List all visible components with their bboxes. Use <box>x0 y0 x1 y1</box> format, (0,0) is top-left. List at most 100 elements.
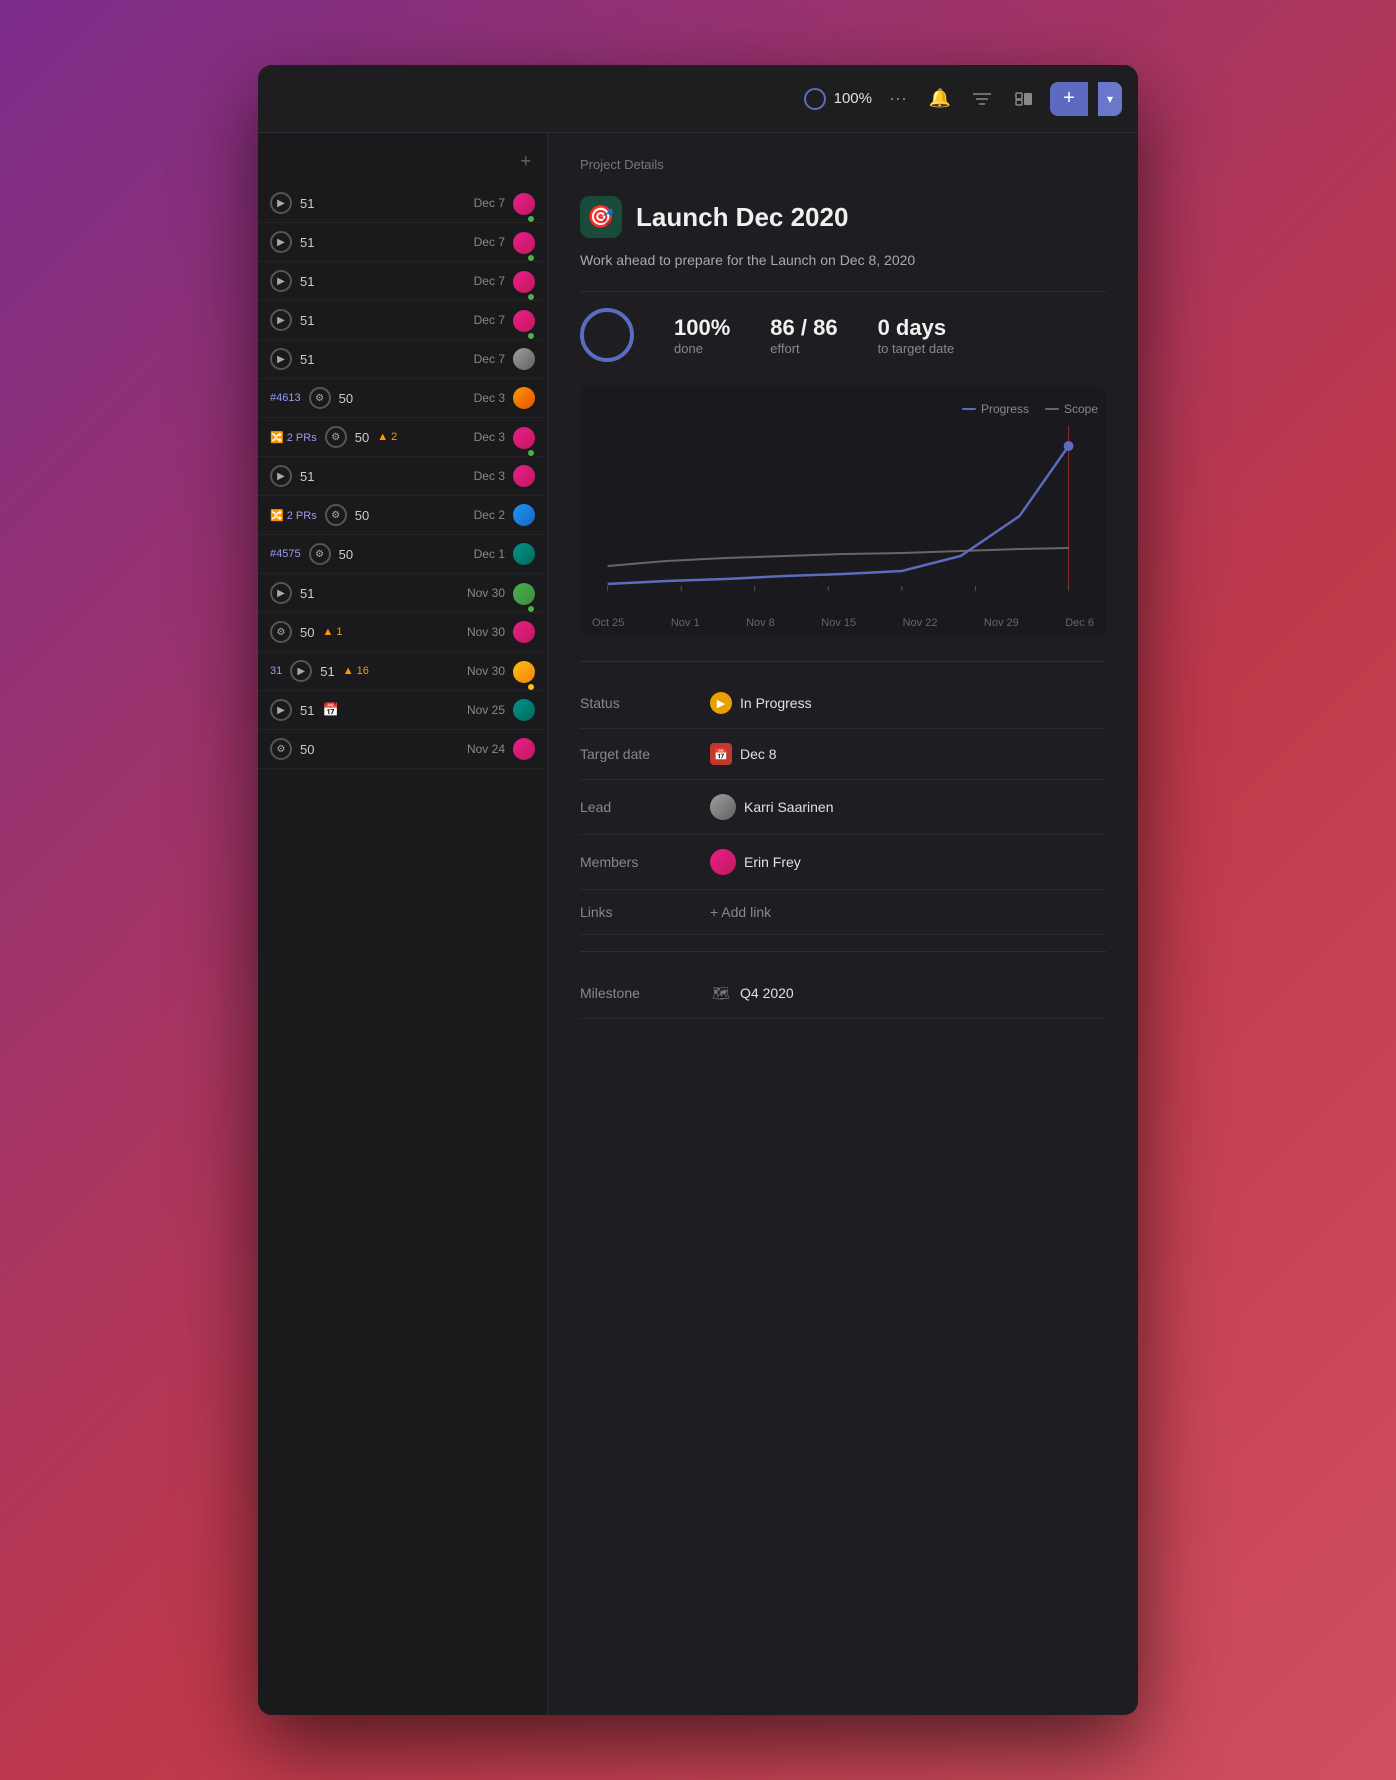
list-item[interactable]: ▶ 51 Nov 30 <box>258 574 547 613</box>
divider-3 <box>580 951 1106 952</box>
x-label-4: Nov 22 <box>903 617 938 629</box>
item-num: 51 <box>300 235 314 250</box>
notifications-button[interactable]: 🔔 <box>924 83 956 115</box>
lead-avatar <box>710 794 736 820</box>
item-date: Nov 30 <box>467 625 505 639</box>
item-date: Dec 3 <box>474 430 505 444</box>
filter-button[interactable] <box>966 83 998 115</box>
item-num: 51 <box>300 703 314 718</box>
progress-label: 100% <box>834 90 872 107</box>
stat-days: 0 days to target date <box>878 315 955 356</box>
x-label-3: Nov 15 <box>821 617 856 629</box>
warning-badge: ▲ 2 <box>377 431 397 443</box>
status-value[interactable]: ▶ In Progress <box>710 692 812 714</box>
list-item[interactable]: 31 ▶ 51 ▲ 16 Nov 30 <box>258 652 547 691</box>
target-date-text: Dec 8 <box>740 746 777 762</box>
avatar <box>513 738 535 760</box>
settings-badge: ⚙ <box>270 738 292 760</box>
list-item[interactable]: ▶ 51 Dec 7 <box>258 340 547 379</box>
list-item[interactable]: ▶ 51 Dec 3 <box>258 457 547 496</box>
play-badge: ▶ <box>270 582 292 604</box>
avatar <box>513 699 535 721</box>
play-badge: ▶ <box>270 231 292 253</box>
list-item[interactable]: ▶ 51 Dec 7 <box>258 301 547 340</box>
more-options-button[interactable]: ··· <box>882 83 914 115</box>
add-button[interactable]: + <box>1050 82 1088 116</box>
item-date: Dec 7 <box>474 274 505 288</box>
avatar <box>513 504 535 526</box>
list-item[interactable]: #4613 ⚙ 50 Dec 3 <box>258 379 547 418</box>
item-date: Nov 30 <box>467 586 505 600</box>
links-row: Links + Add link <box>580 890 1106 935</box>
avatar <box>513 427 535 449</box>
item-date: Dec 7 <box>474 235 505 249</box>
avatar <box>513 661 535 683</box>
list-item[interactable]: 🔀 2 PRs ⚙ 50 ▲ 2 Dec 3 <box>258 418 547 457</box>
lead-text: Karri Saarinen <box>744 799 834 815</box>
list-item[interactable]: ⚙ 50 Nov 24 <box>258 730 547 769</box>
item-date: Dec 7 <box>474 352 505 366</box>
item-date: Dec 1 <box>474 547 505 561</box>
members-value[interactable]: Erin Frey <box>710 849 801 875</box>
list-item[interactable]: ▶ 51 Dec 7 <box>258 223 547 262</box>
list-item[interactable]: 🔀 2 PRs ⚙ 50 Dec 2 <box>258 496 547 535</box>
status-dot <box>527 332 535 340</box>
list-item[interactable]: ⚙ 50 ▲ 1 Nov 30 <box>258 613 547 652</box>
links-value[interactable]: + Add link <box>710 904 771 920</box>
divider-2 <box>580 661 1106 662</box>
stat-done: 100% done <box>674 315 730 356</box>
main-area: + ▶ 51 Dec 7 ▶ 51 Dec 7 <box>258 133 1138 1715</box>
x-label-5: Nov 29 <box>984 617 1019 629</box>
breadcrumb: Project Details <box>580 157 1106 172</box>
progress-circle-icon <box>804 88 826 110</box>
milestone-icon: 🗺 <box>710 982 732 1004</box>
list-item[interactable]: ▶ 51 📅 Nov 25 <box>258 691 547 730</box>
list-item[interactable]: #4575 ⚙ 50 Dec 1 <box>258 535 547 574</box>
avatar <box>513 543 535 565</box>
sidebar-add-button[interactable]: + <box>258 145 547 184</box>
x-label-6: Dec 6 <box>1065 617 1094 629</box>
list-item[interactable]: ▶ 51 Dec 7 <box>258 262 547 301</box>
layout-button[interactable] <box>1008 83 1040 115</box>
item-date: Dec 7 <box>474 313 505 327</box>
pr-badge: 🔀 2 PRs <box>270 431 317 444</box>
settings-badge: ⚙ <box>325 504 347 526</box>
legend-progress-line <box>962 408 976 410</box>
avatar <box>513 621 535 643</box>
target-date-value[interactable]: 📅 Dec 8 <box>710 743 777 765</box>
item-num: 50 <box>339 547 353 562</box>
info-section: Status ▶ In Progress Target date 📅 Dec 8 <box>580 678 1106 1019</box>
avatar <box>513 583 535 605</box>
add-chevron-button[interactable]: ▾ <box>1098 82 1122 116</box>
issue-id: #4575 <box>270 548 301 560</box>
divider <box>580 291 1106 292</box>
done-value: 100% <box>674 315 730 341</box>
legend-progress: Progress <box>962 402 1029 416</box>
status-row: Status ▶ In Progress <box>580 678 1106 729</box>
avatar <box>513 271 535 293</box>
legend-scope-label: Scope <box>1064 402 1098 416</box>
list-item[interactable]: ▶ 51 Dec 7 <box>258 184 547 223</box>
add-link-text[interactable]: + Add link <box>710 904 771 920</box>
warning-badge: ▲ 1 <box>322 626 342 638</box>
item-num: 50 <box>300 625 314 640</box>
item-num: 51 <box>300 469 314 484</box>
lead-value[interactable]: Karri Saarinen <box>710 794 834 820</box>
item-date: Dec 3 <box>474 469 505 483</box>
item-num: 50 <box>355 508 369 523</box>
members-row: Members Erin Frey <box>580 835 1106 890</box>
members-label: Members <box>580 854 710 870</box>
settings-badge: ⚙ <box>309 387 331 409</box>
play-badge: ▶ <box>290 660 312 682</box>
chart-container: Progress Scope <box>580 386 1106 637</box>
milestone-value[interactable]: 🗺 Q4 2020 <box>710 982 794 1004</box>
chart-legend: Progress Scope <box>588 402 1098 416</box>
x-label-1: Nov 1 <box>671 617 700 629</box>
x-label-0: Oct 25 <box>592 617 624 629</box>
issue-id: 31 <box>270 665 282 677</box>
item-date: Nov 24 <box>467 742 505 756</box>
avatar <box>513 310 535 332</box>
avatar <box>513 232 535 254</box>
item-num: 51 <box>300 586 314 601</box>
settings-badge: ⚙ <box>309 543 331 565</box>
